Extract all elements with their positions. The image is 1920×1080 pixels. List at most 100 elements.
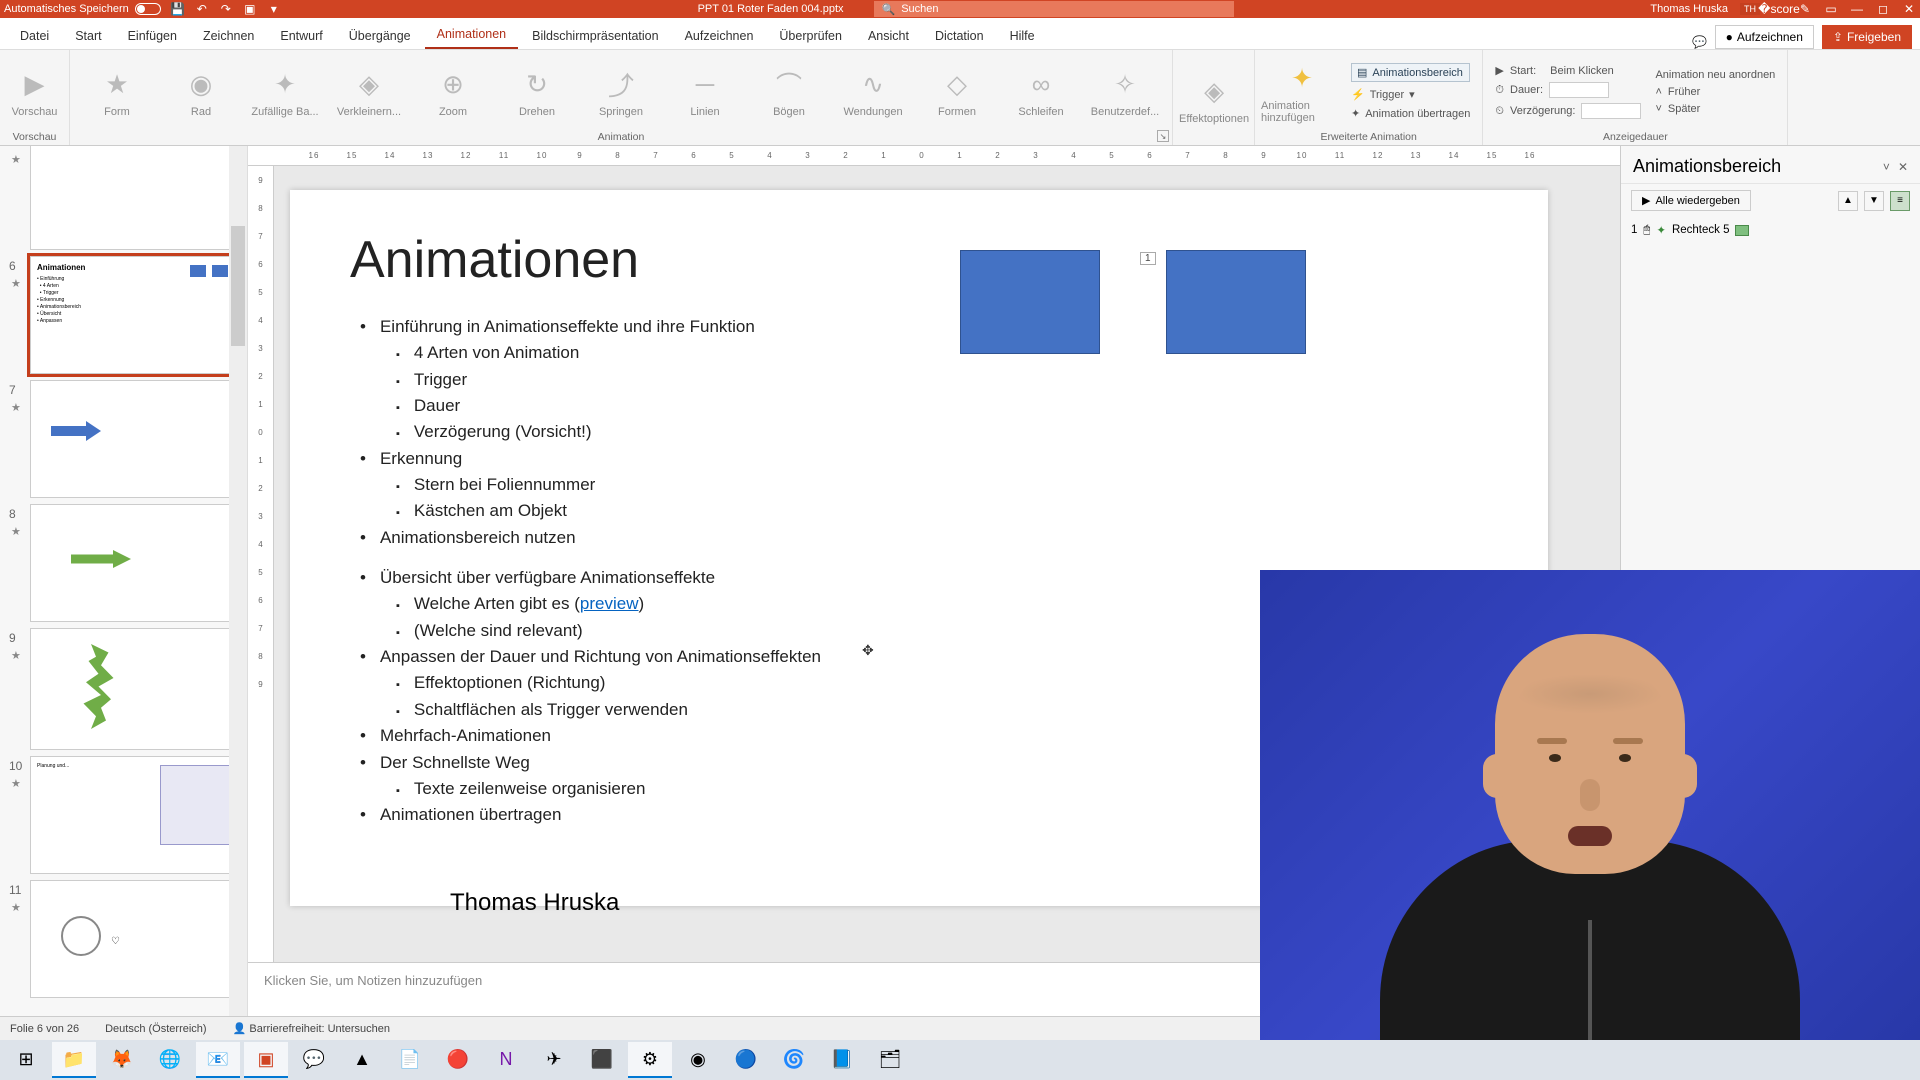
trigger-button[interactable]: ⚡ Trigger ▾ <box>1351 88 1470 101</box>
firefox-icon[interactable]: 🦊 <box>100 1042 144 1078</box>
redo-icon[interactable]: ↷ <box>219 2 233 16</box>
comments-icon[interactable]: 💬 <box>1693 35 1707 49</box>
menu-aufzeichnen[interactable]: Aufzeichnen <box>673 23 766 49</box>
anim-pane-toggle[interactable]: ▤ Animationsbereich <box>1351 63 1470 82</box>
move-earlier-button[interactable]: ˄ Früher <box>1655 86 1775 98</box>
slide-title[interactable]: Animationen <box>350 230 1488 290</box>
bullet[interactable]: Einführung in Animationseffekte und ihre… <box>350 314 1488 340</box>
menu-hilfe[interactable]: Hilfe <box>998 23 1047 49</box>
thumb-slide-11[interactable]: 11★♡ <box>30 880 239 998</box>
powerpoint-icon[interactable]: ▣ <box>244 1042 288 1078</box>
app-icon[interactable]: 💬 <box>292 1042 336 1078</box>
file-name[interactable]: PPT 01 Roter Faden 004.pptx <box>698 3 844 15</box>
app-icon[interactable]: ◉ <box>676 1042 720 1078</box>
anim-form[interactable]: ★Form <box>76 65 158 118</box>
play-all-button[interactable]: ▶ Alle wiedergeben <box>1631 190 1751 211</box>
anim-linien[interactable]: ─Linien <box>664 65 746 118</box>
app-icon[interactable]: 🗂 <box>868 1042 912 1078</box>
menu-zeichnen[interactable]: Zeichnen <box>191 23 266 49</box>
anim-entry[interactable]: 1 🖱 ✦ Rechteck 5 <box>1631 221 1910 239</box>
chrome-icon[interactable]: 🌐 <box>148 1042 192 1078</box>
anim-formen[interactable]: ◇Formen <box>916 65 998 118</box>
bullet[interactable]: 4 Arten von Animation <box>396 340 1488 366</box>
anim-wendungen[interactable]: ∿Wendungen <box>832 65 914 118</box>
preview-link[interactable]: preview <box>580 594 639 613</box>
close-icon[interactable]: ✕ <box>1902 2 1916 16</box>
maximize-icon[interactable]: ◻ <box>1876 2 1890 16</box>
thumb-slide-9[interactable]: 9★ <box>30 628 239 750</box>
anim-painter-button[interactable]: ✦ Animation übertragen <box>1351 107 1470 120</box>
thumb-slide-6[interactable]: 6★Animationen• Einführung • 4 Arten • Tr… <box>30 256 239 374</box>
menu-start[interactable]: Start <box>63 23 113 49</box>
thumb-slide-8[interactable]: 8★ <box>30 504 239 622</box>
bullet[interactable]: Stern bei Foliennummer <box>396 472 1488 498</box>
rectangle-shape[interactable] <box>1166 250 1306 354</box>
user-badge[interactable]: TH <box>1740 3 1760 15</box>
app-icon[interactable]: 🔵 <box>724 1042 768 1078</box>
pen-icon[interactable]: ✎ <box>1798 2 1812 16</box>
preview-button[interactable]: ▶Vorschau <box>6 65 63 118</box>
chevron-down-icon[interactable]: ˅ <box>1883 160 1890 174</box>
rectangle-shape[interactable] <box>960 250 1100 354</box>
effect-options-button[interactable]: ◈Effektoptionen <box>1179 72 1249 125</box>
thumb-slide-5[interactable]: 5★ <box>30 146 239 250</box>
anim-zoom[interactable]: ⊕Zoom <box>412 65 494 118</box>
menu-bildschirm[interactable]: Bildschirmpräsentation <box>520 23 670 49</box>
app-icon[interactable]: 📘 <box>820 1042 864 1078</box>
anim-drehen[interactable]: ↻Drehen <box>496 65 578 118</box>
toggle-icon[interactable] <box>135 3 161 15</box>
bullet[interactable]: Erkennung <box>350 446 1488 472</box>
anim-schleifen[interactable]: ∞Schleifen <box>1000 65 1082 118</box>
menu-animationen[interactable]: Animationen <box>425 21 519 49</box>
share-button[interactable]: ⇪ Freigeben <box>1822 25 1912 49</box>
timeline-toggle[interactable]: ≡ <box>1890 191 1910 211</box>
anim-bgen[interactable]: ⌒Bögen <box>748 65 830 118</box>
record-button[interactable]: ● Aufzeichnen <box>1715 25 1814 49</box>
onenote-icon[interactable]: N <box>484 1042 528 1078</box>
anim-benutzerdef[interactable]: ✧Benutzerdef... <box>1084 65 1166 118</box>
start-select[interactable]: ▶ Start: Beim Klicken <box>1495 64 1641 77</box>
save-icon[interactable]: 💾 <box>171 2 185 16</box>
vlc-icon[interactable]: ▲ <box>340 1042 384 1078</box>
thumb-slide-10[interactable]: 10★Planung und... <box>30 756 239 874</box>
thumb-slide-7[interactable]: 7★ <box>30 380 239 498</box>
quick-access-more-icon[interactable]: ▾ <box>267 2 281 16</box>
close-pane-icon[interactable]: ✕ <box>1898 160 1908 174</box>
sync-icon[interactable]: �score <box>1772 2 1786 16</box>
minimize-icon[interactable]: — <box>1850 2 1864 16</box>
anim-verkleinern[interactable]: ◈Verkleinern... <box>328 65 410 118</box>
delay-input[interactable]: ⏲ Verzögerung: <box>1495 103 1641 119</box>
anim-order-tag[interactable]: 1 <box>1140 252 1156 265</box>
start-button[interactable]: ⊞ <box>4 1042 48 1078</box>
app-icon[interactable]: 📄 <box>388 1042 432 1078</box>
menu-uebergaenge[interactable]: Übergänge <box>337 23 423 49</box>
menu-einfuegen[interactable]: Einfügen <box>116 23 189 49</box>
search-input[interactable]: 🔍 Suchen <box>874 1 1234 17</box>
bullet[interactable]: Dauer <box>396 393 1488 419</box>
slide-thumbnails[interactable]: 5★6★Animationen• Einführung • 4 Arten • … <box>0 146 248 1016</box>
anim-zuflligeba[interactable]: ✦Zufällige Ba... <box>244 65 326 118</box>
autosave-toggle[interactable]: Automatisches Speichern <box>4 3 161 15</box>
anim-springen[interactable]: ⤴Springen <box>580 65 662 118</box>
explorer-icon[interactable]: 📁 <box>52 1042 96 1078</box>
edge-icon[interactable]: 🌀 <box>772 1042 816 1078</box>
outlook-icon[interactable]: 📧 <box>196 1042 240 1078</box>
app-icon[interactable]: 🔴 <box>436 1042 480 1078</box>
bullet[interactable]: Kästchen am Objekt <box>396 498 1488 524</box>
menu-entwurf[interactable]: Entwurf <box>268 23 334 49</box>
window-icon[interactable]: ▭ <box>1824 2 1838 16</box>
anim-rad[interactable]: ◉Rad <box>160 65 242 118</box>
menu-ansicht[interactable]: Ansicht <box>856 23 921 49</box>
undo-icon[interactable]: ↶ <box>195 2 209 16</box>
bullet[interactable]: Trigger <box>396 367 1488 393</box>
accessibility-status[interactable]: 👤 Barrierefreiheit: Untersuchen <box>233 1022 390 1035</box>
language-status[interactable]: Deutsch (Österreich) <box>105 1023 206 1035</box>
slide-counter[interactable]: Folie 6 von 26 <box>10 1023 79 1035</box>
obs-icon[interactable]: ⚙ <box>628 1042 672 1078</box>
menu-ueberpruefen[interactable]: Überprüfen <box>767 23 854 49</box>
add-anim-button[interactable]: ✦Animation hinzufügen <box>1261 59 1343 124</box>
menu-dictation[interactable]: Dictation <box>923 23 996 49</box>
telegram-icon[interactable]: ✈ <box>532 1042 576 1078</box>
menu-datei[interactable]: Datei <box>8 23 61 49</box>
bullet[interactable]: Verzögerung (Vorsicht!) <box>396 419 1488 445</box>
